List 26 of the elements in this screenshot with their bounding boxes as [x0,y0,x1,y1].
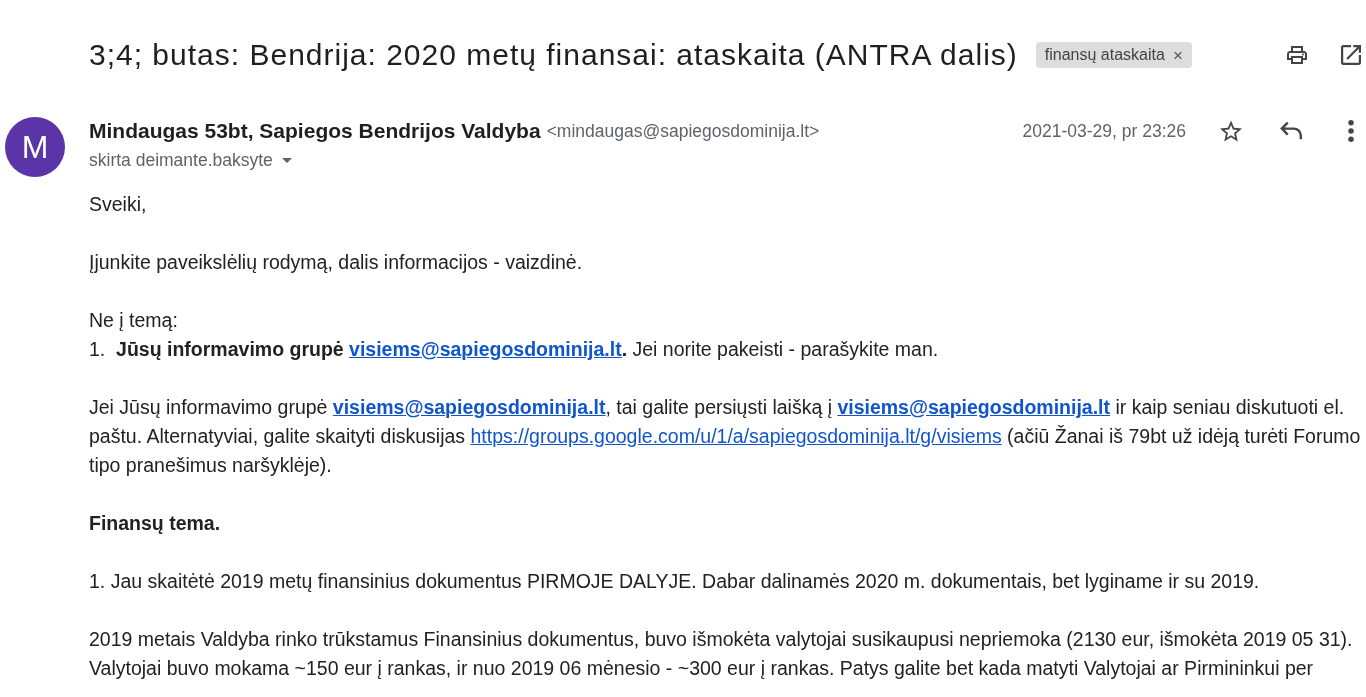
avatar: M [5,117,65,177]
reply-icon[interactable] [1280,120,1302,142]
recipients-text: skirta deimante.baksyte [89,149,273,171]
email-subject: 3;4; butas: Bendrija: 2020 metų finansai: ataskaita (ANTRA dalis) [89,37,1018,73]
text-link[interactable]: visiems@sapiegosdominija.lt [349,338,622,360]
sender-name: Mindaugas 53bt, Sapiegos Bendrijos Valdyba [89,119,541,143]
open-in-new-window-icon[interactable] [1341,45,1361,65]
label-text: finansų ataskaita [1044,46,1165,64]
more-options-icon[interactable] [1348,120,1354,142]
body-text: 1. Jūsų informavimo grupė visiems@sapiegosdominija.lt. Jei norite pakeisti - parašykite man. [89,337,940,362]
sender-email: <mindaugas@sapiegosdominija.lt> [546,120,820,142]
body-text: 2019 metais Valdyba rinko trūkstamus Finansinius dokumentus, buvo išmokėta valytojai susikaupusi nepriemoka (2130 eur, išmokėta 2019 05 31). Valytojai buvo mokama ~150 eur į rankas, ir nuo 2019 06 mėnesio - ~300 eur į rankas. Patys galite bet kada matyti Valytojai ar Pirmininkui per [89,627,1354,681]
remove-label-button[interactable]: × [1172,46,1183,64]
message-date: 2021-03-29, pr 23:26 [1022,120,1186,142]
print-icon[interactable] [1287,45,1307,65]
star-icon[interactable] [1220,120,1242,142]
text-link[interactable]: visiems@sapiegosdominija.lt [837,396,1110,418]
body-text: 1. Jau skaitėtė 2019 metų finansinius dokumentus PIRMOJE DALYJE. Dabar dalinamės 2020 m. dokumentais, bet lyginame ir su 2019. [89,569,1261,594]
body-text: Jei Jūsų informavimo grupė visiems@sapiegosdominija.lt, tai galite persiųsti laišką į visiems@sapiegosdominija.lt ir kaip seniau diskutuoti el. paštu. Alternatyviai, galite skaityti diskusijas https://groups.google.com/u/1/a/sapiegosdominija.lt/g/visiems (ačiū Žanai iš 79bt už idėją turėti Forumo tipo pranešimus naršyklėje). [89,395,1362,478]
caret-icon[interactable] [281,157,292,163]
text-link[interactable]: https://groups.google.com/u/1/a/sapiegosdominija.lt/g/visiems [470,425,1002,447]
body-text: Įjunkite paveikslėlių rodymą, dalis informacijos - vaizdinė. [89,250,584,275]
body-text: Ne į temą: [89,308,179,333]
text-link[interactable]: visiems@sapiegosdominija.lt [332,396,606,418]
body-text: Sveiki, [89,192,148,217]
section-heading: Finansų tema. [89,511,222,536]
